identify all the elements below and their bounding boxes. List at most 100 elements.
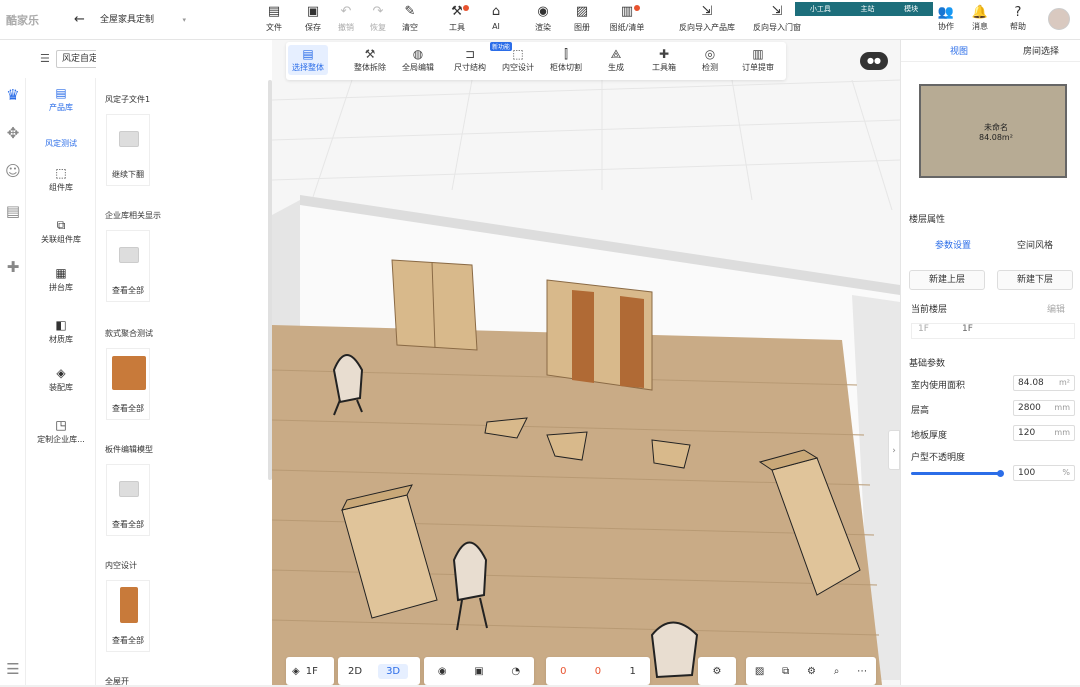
quick-link-main[interactable]: 主站: [860, 4, 874, 14]
avatar[interactable]: [1048, 8, 1070, 30]
wardrobe-center[interactable]: [546, 279, 653, 391]
settings-icon[interactable]: ⚙: [807, 666, 816, 677]
quick-links-bar: 小工具 主站 模块: [795, 2, 933, 16]
minimap[interactable]: 未命名 84.08m²: [919, 84, 1067, 178]
album-button[interactable]: ▨ 图册: [566, 5, 598, 33]
cat-assembly-lib[interactable]: ◈ 装配库: [26, 366, 96, 393]
3d-viewport[interactable]: ▤ 选择整体 ⚒ 整体拆除 ◍ 全局编辑 ⊐ 尺寸结构 新功能 ⬚ 内空设计 ⫿ 柜体切割 …: [272, 40, 900, 685]
product-card[interactable]: 查看全部: [106, 348, 150, 420]
new-lower-floor-button[interactable]: 新建下层: [997, 270, 1073, 290]
file-button[interactable]: ▤ 文件: [258, 5, 290, 33]
puzzle-icon[interactable]: ✚: [4, 258, 22, 276]
product-card[interactable]: 查看全部: [106, 464, 150, 536]
section-title: 全屋开: [105, 677, 129, 686]
interior-design-tool[interactable]: ⬚ 内空设计: [498, 47, 538, 73]
cat-enterprise-lib[interactable]: ◳ 定制企业库...: [26, 418, 96, 445]
height-input[interactable]: 2800 mm: [1013, 400, 1075, 416]
tools-button[interactable]: ⚒ 工具: [441, 5, 473, 33]
zoom-icon[interactable]: ⌕: [834, 666, 840, 677]
edit-link[interactable]: 编辑: [1047, 302, 1065, 315]
floor-panel[interactable]: [651, 439, 691, 469]
eye-icon[interactable]: ◉: [438, 666, 447, 677]
floor-props-title: 楼层属性: [909, 215, 946, 225]
folder-icon: [119, 247, 139, 263]
opacity-input[interactable]: 100%: [1013, 465, 1075, 481]
tab-view[interactable]: 视图: [919, 44, 999, 57]
cabinet-cut-tool[interactable]: ⫿ 柜体切割: [546, 47, 586, 73]
import-door-icon: ⇲: [771, 4, 783, 19]
import-icon: ⇲: [701, 4, 713, 19]
clear-icon: ✎: [404, 4, 416, 19]
cat-material-lib[interactable]: ◧ 材质库: [26, 318, 96, 345]
drawing-list-button[interactable]: ▥ 图纸/清单: [604, 5, 650, 33]
product-card[interactable]: 查看全部: [106, 230, 150, 302]
import-product-button[interactable]: ⇲ 反向导入产品库: [674, 5, 740, 33]
redo-icon: ↷: [372, 4, 384, 19]
cat-custom-test[interactable]: 风定测试: [26, 138, 96, 149]
menu-icon[interactable]: ☰: [4, 660, 22, 678]
check-tool[interactable]: ◎ 检测: [690, 47, 730, 73]
floor-thickness-input[interactable]: 120 mm: [1013, 425, 1075, 441]
collapse-panel-tab[interactable]: ›: [888, 430, 900, 470]
floor-number-field[interactable]: 1F 1F: [911, 323, 1075, 339]
quick-link-tools[interactable]: 小工具: [810, 4, 831, 14]
mode-2d-button[interactable]: 2D: [348, 666, 362, 677]
select-all-tool[interactable]: ▤ 选择整体: [288, 45, 328, 75]
area-input[interactable]: 84.08 m²: [1013, 375, 1075, 391]
order-review-tool[interactable]: ▥ 订单提审: [738, 47, 778, 73]
save-button[interactable]: ▣ 保存: [297, 5, 329, 33]
clear-button[interactable]: ✎ 清空: [394, 5, 426, 33]
compass-icon[interactable]: ◔: [511, 666, 520, 677]
opacity-slider[interactable]: [911, 470, 1004, 477]
image-icon[interactable]: ▨: [755, 666, 764, 677]
demolish-tool[interactable]: ⚒ 整体拆除: [350, 47, 390, 73]
cat-product-lib[interactable]: ▤ 产品库: [26, 86, 96, 113]
tab-room-select[interactable]: 房间选择: [1001, 44, 1080, 57]
view-toggle[interactable]: ●●: [860, 52, 888, 70]
section-title: 板件编辑模型: [105, 445, 153, 454]
back-arrow-icon[interactable]: ←: [74, 12, 85, 27]
slider-knob[interactable]: [997, 470, 1004, 477]
top-bar: 酷家乐 ← 全屋家具定制 ▾ ▤ 文件 ▣ 保存 ↶ 撤销 ↷ 恢复 ✎ 清空 ⚒ 工具 ⌂…: [0, 0, 1080, 40]
product-card[interactable]: 查看全部: [106, 580, 150, 652]
message-button[interactable]: 🔔 消息: [966, 5, 994, 32]
dimension-tool[interactable]: ⊐ 尺寸结构: [450, 47, 490, 73]
help-button[interactable]: ? 帮助: [1004, 5, 1032, 32]
new-upper-floor-button[interactable]: 新建上层: [909, 270, 985, 290]
toolbox-tool[interactable]: ✚ 工具箱: [644, 47, 684, 73]
cat-counter-lib[interactable]: ▦ 拼台库: [26, 266, 96, 293]
tab-space-style[interactable]: 空间风格: [1017, 238, 1053, 251]
list-view-icon[interactable]: ☰: [40, 52, 50, 65]
redo-button[interactable]: ↷ 恢复: [362, 5, 394, 33]
global-edit-tool[interactable]: ◍ 全局编辑: [398, 47, 438, 73]
cat-component-lib[interactable]: ⬚ 组件库: [26, 166, 96, 193]
error-count[interactable]: 0: [560, 666, 566, 677]
wardrobe-left[interactable]: [391, 259, 478, 351]
screenshot-icon[interactable]: ⧉: [782, 666, 789, 677]
tab-params[interactable]: 参数设置: [935, 238, 971, 251]
question-icon: ?: [1014, 5, 1022, 20]
quick-link-module[interactable]: 模块: [904, 4, 918, 14]
cabinet-icon[interactable]: ▤: [4, 202, 22, 220]
collab-button[interactable]: 👥 协作: [932, 5, 960, 32]
cat-linked-component-lib[interactable]: ⧉ 关联组件库: [26, 218, 96, 245]
crown-icon[interactable]: ♛: [4, 86, 22, 104]
floor-switch[interactable]: ◈ 1F: [286, 657, 334, 685]
undo-button[interactable]: ↶ 撤销: [330, 5, 362, 33]
chair[interactable]: [650, 621, 699, 679]
user-icon[interactable]: ☺: [4, 162, 22, 180]
scheme-name-dropdown[interactable]: 全屋家具定制 ▾: [100, 12, 192, 28]
folder-icon: [119, 481, 139, 497]
warning-count[interactable]: 0: [595, 666, 601, 677]
product-card[interactable]: 继续下翻: [106, 114, 150, 186]
settings-toggle[interactable]: ⚙: [698, 657, 736, 685]
ai-button[interactable]: ⌂ AI: [480, 5, 512, 32]
more-icon[interactable]: ⋯: [857, 666, 867, 677]
model-icon[interactable]: ✥: [4, 124, 22, 142]
cube-icon[interactable]: ▣: [474, 666, 483, 677]
mode-3d-button[interactable]: 3D: [378, 663, 409, 679]
item-count[interactable]: 1: [629, 666, 635, 677]
generate-tool[interactable]: ⟁ 生成: [596, 47, 636, 73]
app-logo: 酷家乐: [6, 14, 39, 27]
render-button[interactable]: ◉ 渲染: [527, 5, 559, 33]
